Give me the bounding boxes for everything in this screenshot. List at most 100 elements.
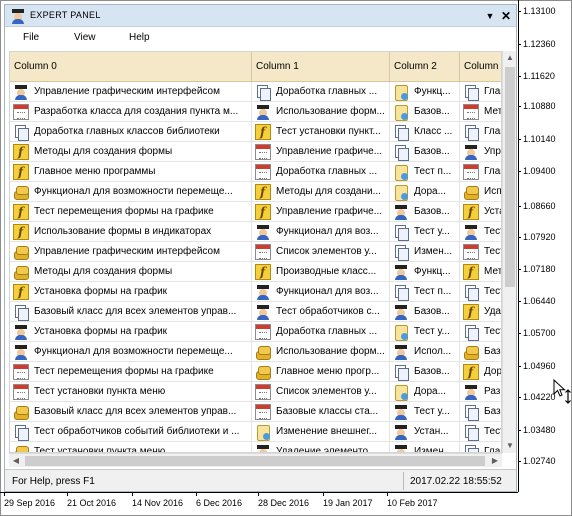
table-row[interactable]: Базовый класс для всех элементов управ..… <box>10 402 501 422</box>
table-row[interactable]: Методы для создания формы Управление граф… <box>10 142 501 162</box>
table-cell[interactable]: Тест у... <box>390 402 460 422</box>
scroll-up-icon[interactable]: ▲ <box>503 51 517 65</box>
table-cell[interactable]: Базов... <box>390 362 460 382</box>
table-cell[interactable]: Изменение внешнег... <box>252 422 390 442</box>
table-cell[interactable]: Глав... <box>460 82 501 102</box>
table-cell[interactable]: Тест обработчиков с... <box>252 302 390 322</box>
table-cell[interactable]: Список элементов у... <box>252 382 390 402</box>
minimize-button[interactable]: ▼ <box>483 9 497 23</box>
table-cell[interactable]: Функционал для воз... <box>252 282 390 302</box>
table-cell[interactable]: Методы для создания формы <box>10 262 252 282</box>
table-row[interactable]: Тест установки пункта меню Удаление элеме… <box>10 442 501 452</box>
table-row[interactable]: Функционал для возможности перемеще... Ме… <box>10 182 501 202</box>
menu-help[interactable]: Help <box>129 32 150 43</box>
table-cell[interactable]: Разр... <box>460 382 501 402</box>
table-cell[interactable]: Методы для создания формы <box>10 142 252 162</box>
table-row[interactable]: Использование формы в индикаторах Функцио… <box>10 222 501 242</box>
table-cell[interactable]: Управление графиче... <box>252 142 390 162</box>
table-cell[interactable]: Базовые классы ста... <box>252 402 390 422</box>
table-cell[interactable]: Функц... <box>390 262 460 282</box>
table-cell[interactable]: Тест у... <box>390 222 460 242</box>
table-row[interactable]: Тест обработчиков событий библиотеки и .… <box>10 422 501 442</box>
table-cell[interactable]: Удал... <box>460 302 501 322</box>
table-cell[interactable]: Базов... <box>390 302 460 322</box>
table-cell[interactable]: Глав... <box>460 442 501 452</box>
table-row[interactable]: Управление графическим интерфейсом Список… <box>10 242 501 262</box>
table-cell[interactable]: Испо... <box>460 182 501 202</box>
column-header-0[interactable]: Column 0 <box>10 52 252 82</box>
table-cell[interactable]: Список элементов у... <box>252 242 390 262</box>
table-cell[interactable]: Разработка класса для создания пункта м.… <box>10 102 252 122</box>
table-cell[interactable]: Базов... <box>390 102 460 122</box>
table-cell[interactable]: Испол... <box>390 342 460 362</box>
scroll-right-icon[interactable]: ▶ <box>488 454 502 468</box>
table-cell[interactable]: Функционал для возможности перемеще... <box>10 182 252 202</box>
table-cell[interactable]: Тест... <box>460 222 501 242</box>
table-cell[interactable]: Использование формы в индикаторах <box>10 222 252 242</box>
table-cell[interactable]: Дора... <box>460 362 501 382</box>
table-cell[interactable]: Главное меню программы <box>10 162 252 182</box>
table-cell[interactable]: Базов... <box>390 202 460 222</box>
close-button[interactable]: ✕ <box>499 9 513 23</box>
table-cell[interactable]: Тест у... <box>390 322 460 342</box>
table-row[interactable]: Установка формы на график Доработка главн… <box>10 322 501 342</box>
table-cell[interactable]: Дора... <box>390 382 460 402</box>
table-cell[interactable]: Мето... <box>460 262 501 282</box>
table-cell[interactable]: Тест... <box>460 322 501 342</box>
table-row[interactable]: Установка формы на график Функционал для … <box>10 282 501 302</box>
table-cell[interactable]: Тест... <box>460 422 501 442</box>
table-cell[interactable]: Использование форм... <box>252 102 390 122</box>
table-cell[interactable]: Тест перемещения формы на графике <box>10 202 252 222</box>
table-cell[interactable]: Производные класс... <box>252 262 390 282</box>
table-cell[interactable]: Базовый класс для всех элементов управ..… <box>10 402 252 422</box>
table-cell[interactable]: Мето... <box>460 102 501 122</box>
table-cell[interactable]: Тест установки пункта меню <box>10 442 252 452</box>
table-row[interactable]: Функционал для возможности перемеще... Ис… <box>10 342 501 362</box>
menu-file[interactable]: File <box>23 32 39 43</box>
table-cell[interactable]: Управление графиче... <box>252 202 390 222</box>
table-cell[interactable]: Функционал для воз... <box>252 222 390 242</box>
table-cell[interactable]: Базо... <box>460 342 501 362</box>
vertical-scrollbar[interactable]: ▲ ▼ <box>502 51 516 453</box>
table-cell[interactable]: Управление графическим интерфейсом <box>10 242 252 262</box>
table-cell[interactable]: Установка формы на график <box>10 322 252 342</box>
table-cell[interactable]: Тест установки пункта меню <box>10 382 252 402</box>
table-row[interactable]: Тест перемещения формы на графике Главное… <box>10 362 501 382</box>
table-cell[interactable]: Базо... <box>460 402 501 422</box>
menu-view[interactable]: View <box>74 32 96 43</box>
column-header-2[interactable]: Column 2 <box>390 52 460 82</box>
table-cell[interactable]: Использование форм... <box>252 342 390 362</box>
table-cell[interactable]: Доработка главных ... <box>252 162 390 182</box>
horizontal-scrollbar[interactable]: ◀ ▶ <box>9 453 502 467</box>
title-bar[interactable]: EXPERT PANEL ▼ ✕ <box>5 5 516 27</box>
table-cell[interactable]: Удаление элементо... <box>252 442 390 452</box>
table-row[interactable]: Тест перемещения формы на графике Управле… <box>10 202 501 222</box>
table-cell[interactable]: Методы для создани... <box>252 182 390 202</box>
table-cell[interactable]: Тест... <box>460 282 501 302</box>
table-cell[interactable]: Доработка главных ... <box>252 322 390 342</box>
table-cell[interactable]: Глав... <box>460 162 501 182</box>
table-cell[interactable]: Тест установки пункт... <box>252 122 390 142</box>
table-row[interactable]: Главное меню программы Доработка главных … <box>10 162 501 182</box>
table-cell[interactable]: Тест п... <box>390 282 460 302</box>
table-cell[interactable]: Дора... <box>390 182 460 202</box>
table-cell[interactable]: Измен... <box>390 242 460 262</box>
table-cell[interactable]: Уста... <box>460 202 501 222</box>
expert-panel-window[interactable]: EXPERT PANEL ▼ ✕ File View Help Column 0… <box>4 4 517 492</box>
table-cell[interactable]: Базов... <box>390 142 460 162</box>
table-cell[interactable]: Измен... <box>390 442 460 452</box>
table-cell[interactable]: Упра... <box>460 142 501 162</box>
table-row[interactable]: Базовый класс для всех элементов управ..… <box>10 302 501 322</box>
table-cell[interactable]: Устан... <box>390 422 460 442</box>
table-row[interactable]: Доработка главных классов библиотеки Тест… <box>10 122 501 142</box>
table-row[interactable]: Управление графическим интерфейсом Дорабо… <box>10 82 501 102</box>
column-header-1[interactable]: Column 1 <box>252 52 390 82</box>
table-row[interactable]: Методы для создания формы Производные кла… <box>10 262 501 282</box>
column-header-3[interactable]: Column 3 <box>460 52 501 82</box>
table-row[interactable]: Тест установки пункта меню Список элемент… <box>10 382 501 402</box>
table-cell[interactable]: Функц... <box>390 82 460 102</box>
table-cell[interactable]: Тест п... <box>390 162 460 182</box>
table-cell[interactable]: Тест обработчиков событий библиотеки и .… <box>10 422 252 442</box>
table-cell[interactable]: Класс ... <box>390 122 460 142</box>
table-cell[interactable]: Глав... <box>460 122 501 142</box>
